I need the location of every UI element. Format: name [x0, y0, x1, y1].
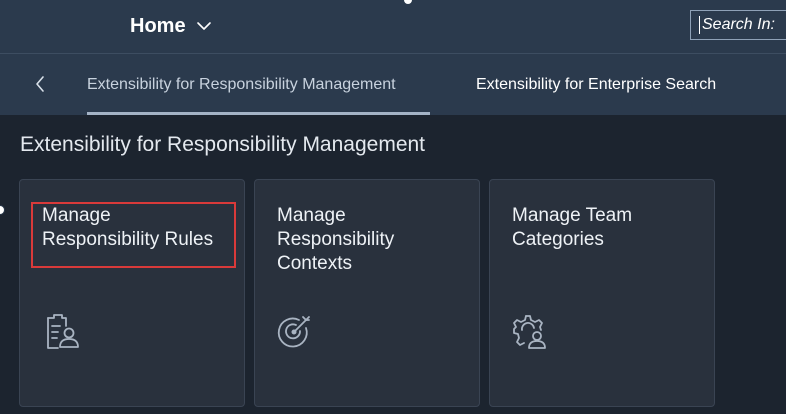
chevron-down-icon: [195, 17, 213, 35]
clipboard-person-icon: [40, 312, 80, 352]
tab-enterprise-search[interactable]: Extensibility for Enterprise Search: [476, 54, 716, 115]
search-input[interactable]: [702, 16, 786, 34]
tab-responsibility-management[interactable]: Extensibility for Responsibility Managem…: [87, 54, 396, 115]
app-frame: Home Extensibility for Responsibility Ma…: [0, 0, 786, 414]
highlight-annotation: [31, 202, 236, 268]
tab-label: Extensibility for Enterprise Search: [476, 75, 717, 93]
tile-title: Manage Responsibility Contexts: [277, 205, 395, 274]
tile-title: Manage Team Categories: [512, 205, 633, 250]
search-field[interactable]: [690, 10, 786, 40]
tab-selected-indicator: [87, 112, 430, 115]
section-title: Extensibility for Responsibility Managem…: [20, 133, 426, 156]
text-cursor: [699, 16, 700, 34]
gear-person-icon: [510, 312, 550, 352]
tab-bar: Extensibility for Responsibility Managem…: [0, 53, 786, 115]
home-label: Home: [130, 14, 186, 37]
home-menu-button[interactable]: Home: [130, 12, 213, 40]
chevron-left-icon[interactable]: [28, 72, 52, 96]
tile-manage-responsibility-contexts[interactable]: Manage Responsibility Contexts: [254, 179, 480, 407]
tile-manage-team-categories[interactable]: Manage Team Categories: [489, 179, 715, 407]
shell-header: Home: [0, 0, 786, 53]
tab-label: Extensibility for Responsibility Managem…: [87, 75, 396, 93]
selection-handle-left[interactable]: [0, 205, 5, 215]
target-icon: [275, 312, 315, 352]
